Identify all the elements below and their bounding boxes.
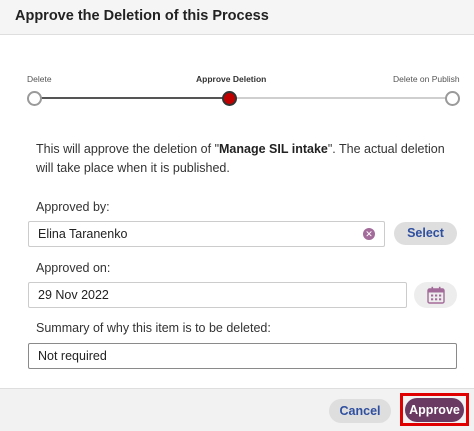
cancel-button[interactable]: Cancel — [329, 399, 391, 423]
stepper-track-pending — [236, 97, 446, 99]
step-dot-delete-on-publish — [445, 91, 460, 106]
step-dot-delete — [27, 91, 42, 106]
dialog-title: Approve the Deletion of this Process — [15, 8, 269, 24]
approved-by-field[interactable]: Elina Taranenko ✕ — [28, 221, 385, 247]
close-circle-icon[interactable]: ✕ — [363, 228, 375, 240]
approved-on-field[interactable]: 29 Nov 2022 — [28, 282, 407, 308]
summary-value: Not required — [38, 349, 107, 363]
approved-on-value: 29 Nov 2022 — [38, 288, 109, 302]
approved-by-label: Approved by: — [36, 200, 110, 214]
message-item-name: Manage SIL intake — [219, 142, 328, 156]
step-dot-approve-deletion — [222, 91, 237, 106]
step-label-approve-deletion: Approve Deletion — [196, 74, 267, 84]
approved-by-value: Elina Taranenko — [38, 227, 128, 241]
calendar-icon — [427, 286, 445, 304]
approved-on-label: Approved on: — [36, 261, 111, 275]
calendar-button[interactable] — [414, 282, 457, 308]
deletion-message: This will approve the deletion of "Manag… — [36, 140, 456, 178]
approve-button[interactable]: Approve — [405, 398, 464, 422]
dialog-header: Approve the Deletion of this Process — [0, 0, 474, 35]
summary-field[interactable]: Not required — [28, 343, 457, 369]
step-label-delete: Delete — [27, 74, 52, 84]
step-label-delete-on-publish: Delete on Publish — [393, 74, 460, 84]
select-button[interactable]: Select — [394, 222, 457, 245]
message-prefix: This will approve the deletion of " — [36, 142, 220, 156]
summary-label: Summary of why this item is to be delete… — [36, 321, 271, 335]
approve-deletion-dialog: Approve the Deletion of this Process Del… — [0, 0, 474, 431]
stepper-track-completed — [40, 97, 223, 99]
